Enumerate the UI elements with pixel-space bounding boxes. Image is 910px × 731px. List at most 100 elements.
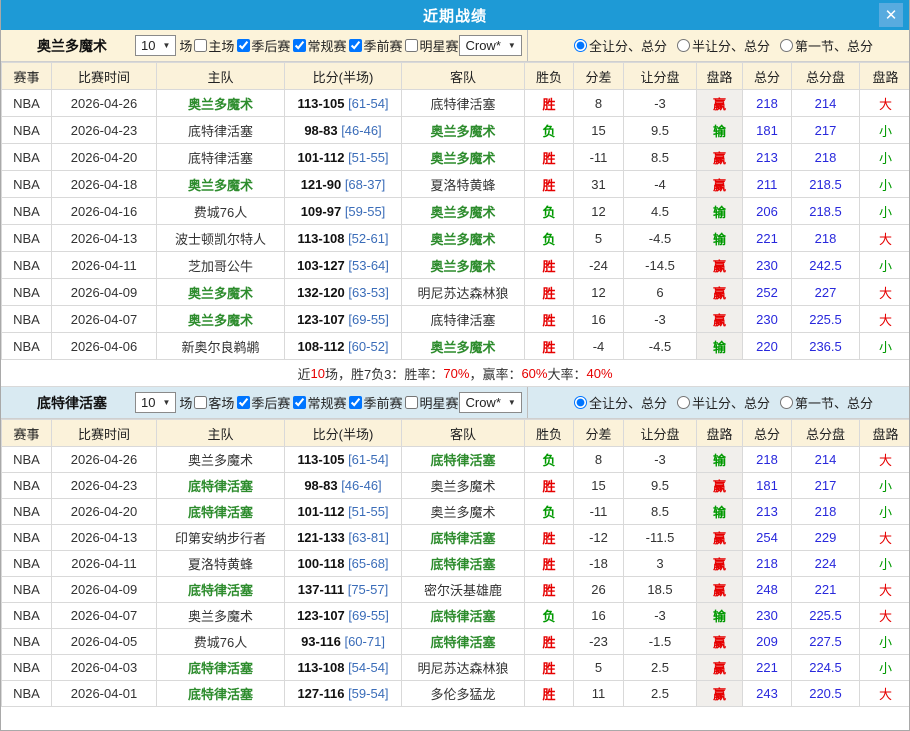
date-cell: 2026-04-09	[52, 577, 157, 603]
table-row: NBA2026-04-07奥兰多魔术123-107 [69-55]底特律活塞负1…	[2, 603, 910, 629]
home-team-cell: 奥兰多魔术	[157, 90, 285, 117]
date-cell: 2026-04-20	[52, 144, 157, 171]
filter-checkbox[interactable]	[293, 396, 306, 409]
result-cell: 胜	[525, 473, 574, 499]
diff-cell: -24	[574, 252, 624, 279]
total-cell: 218	[743, 90, 792, 117]
final-score: 132-120	[297, 285, 345, 300]
total-cell: 254	[743, 525, 792, 551]
filter-checkbox[interactable]	[349, 39, 362, 52]
team-filter-bar: 底特律活塞 10 ▼ 场 客场季后赛常规赛季前赛明星赛 Crow* ▼ 全让分、…	[1, 387, 909, 419]
result-cell: 胜	[525, 144, 574, 171]
league-cell: NBA	[2, 577, 52, 603]
filter-checkbox[interactable]	[237, 396, 250, 409]
result-cell: 负	[525, 447, 574, 473]
result-cell: 胜	[525, 306, 574, 333]
away-team-name: 奥兰多魔术	[430, 259, 495, 274]
league-select[interactable]: Crow* ▼	[459, 35, 521, 56]
home-team-name: 印第安纳步行者	[175, 531, 266, 546]
away-team-cell: 奥兰多魔术	[402, 473, 525, 499]
table-row: NBA2026-04-26奥兰多魔术113-105 [61-54]底特律活塞负8…	[2, 447, 910, 473]
table-row: NBA2026-04-11芝加哥公牛103-127 [53-64]奥兰多魔术胜-…	[2, 252, 910, 279]
handicap-cell: 8.5	[624, 499, 697, 525]
cover-cell: 赢	[697, 525, 743, 551]
diff-cell: 16	[574, 603, 624, 629]
score-cell: 132-120 [63-53]	[285, 279, 402, 306]
league-cell: NBA	[2, 90, 52, 117]
recent-results-dialog: 近期战绩 ✕ 奥兰多魔术 10 ▼ 场 主场季后赛常规赛季前赛明星赛 Crow*…	[0, 0, 910, 731]
league-cell: NBA	[2, 603, 52, 629]
away-team-name: 奥兰多魔术	[430, 232, 495, 247]
handicap-cell: -4	[624, 171, 697, 198]
handicap-cell: -4.5	[624, 333, 697, 360]
odds-type-radio[interactable]	[780, 39, 793, 52]
filter-checkbox-label: 常规赛	[307, 36, 346, 55]
ou-cell: 大	[860, 525, 910, 551]
filter-checkbox[interactable]	[405, 396, 418, 409]
record-summary-part: ，赢率：	[469, 364, 521, 383]
table-row: NBA2026-04-09奥兰多魔术132-120 [63-53]明尼苏达森林狼…	[2, 279, 910, 306]
result-cell: 胜	[525, 525, 574, 551]
date-cell: 2026-04-16	[52, 198, 157, 225]
diff-cell: 15	[574, 117, 624, 144]
filter-checkbox[interactable]	[349, 396, 362, 409]
total-line-cell: 242.5	[792, 252, 860, 279]
odds-type-radio[interactable]	[780, 396, 793, 409]
score-cell: 121-133 [63-81]	[285, 525, 402, 551]
score-cell: 113-108 [54-54]	[285, 655, 402, 681]
half-time-score: [61-54]	[348, 96, 388, 111]
ou-cell: 小	[860, 117, 910, 144]
result-cell: 胜	[525, 681, 574, 707]
odds-type-radio[interactable]	[677, 39, 690, 52]
odds-type-radio[interactable]	[574, 396, 587, 409]
filter-checkbox[interactable]	[194, 39, 207, 52]
ou-cell: 大	[860, 279, 910, 306]
total-cell: 243	[743, 681, 792, 707]
record-summary-part: 60%	[521, 366, 547, 381]
half-time-score: [46-46]	[341, 478, 381, 493]
league-select[interactable]: Crow* ▼	[459, 392, 521, 413]
date-cell: 2026-04-20	[52, 499, 157, 525]
away-team-name: 底特律活塞	[430, 531, 495, 546]
games-count-select[interactable]: 10 ▼	[135, 392, 176, 413]
result-cell: 胜	[525, 629, 574, 655]
record-summary: 近 10 场，胜7负3：胜率：70%，赢率：60% 大率：40%	[1, 360, 909, 387]
record-summary-part: 近	[297, 364, 310, 383]
filter-checkbox[interactable]	[237, 39, 250, 52]
away-team-name: 奥兰多魔术	[430, 124, 495, 139]
away-team-cell: 明尼苏达森林狼	[402, 279, 525, 306]
score-cell: 127-116 [59-54]	[285, 681, 402, 707]
score-cell: 93-116 [60-71]	[285, 629, 402, 655]
cover-cell: 赢	[697, 252, 743, 279]
filter-checkbox[interactable]	[293, 39, 306, 52]
home-team-name: 底特律活塞	[188, 687, 253, 702]
column-header: 盘路	[860, 63, 910, 90]
home-team-name: 奥兰多魔术	[188, 178, 253, 193]
away-team-cell: 奥兰多魔术	[402, 144, 525, 171]
date-cell: 2026-04-07	[52, 306, 157, 333]
final-score: 103-127	[297, 258, 345, 273]
odds-type-radio[interactable]	[574, 39, 587, 52]
league-cell: NBA	[2, 629, 52, 655]
games-count-select[interactable]: 10 ▼	[135, 35, 176, 56]
final-score: 108-112	[297, 339, 344, 354]
diff-cell: 5	[574, 225, 624, 252]
date-cell: 2026-04-07	[52, 603, 157, 629]
column-header: 主队	[157, 63, 285, 90]
home-team-cell: 底特律活塞	[157, 681, 285, 707]
odds-type-radio[interactable]	[677, 396, 690, 409]
filter-checkbox[interactable]	[405, 39, 418, 52]
home-team-name: 底特律活塞	[188, 124, 253, 139]
cover-cell: 输	[697, 603, 743, 629]
half-time-score: [51-55]	[348, 504, 388, 519]
filter-checkboxes: 主场季后赛常规赛季前赛明星赛	[192, 36, 459, 55]
record-summary-part: 40%	[587, 366, 613, 381]
column-header: 比赛时间	[52, 63, 157, 90]
home-team-name: 夏洛特黄蜂	[188, 557, 253, 572]
home-team-name: 费城76人	[194, 205, 247, 220]
filter-checkbox[interactable]	[194, 396, 207, 409]
score-cell: 108-112 [60-52]	[285, 333, 402, 360]
result-cell: 胜	[525, 551, 574, 577]
close-button[interactable]: ✕	[879, 3, 903, 27]
home-team-name: 底特律活塞	[188, 151, 253, 166]
